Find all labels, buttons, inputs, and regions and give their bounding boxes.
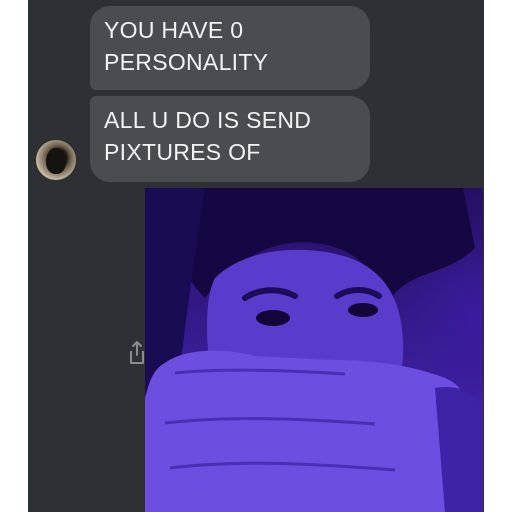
- sender-avatar[interactable]: [36, 140, 76, 180]
- message-bubble[interactable]: YOU HAVE 0 PERSONALITY: [90, 6, 370, 90]
- selfie-photo[interactable]: [145, 188, 483, 512]
- message-bubble[interactable]: ALL U DO IS SEND PIXTURES OF: [90, 96, 370, 182]
- share-icon[interactable]: [128, 340, 146, 366]
